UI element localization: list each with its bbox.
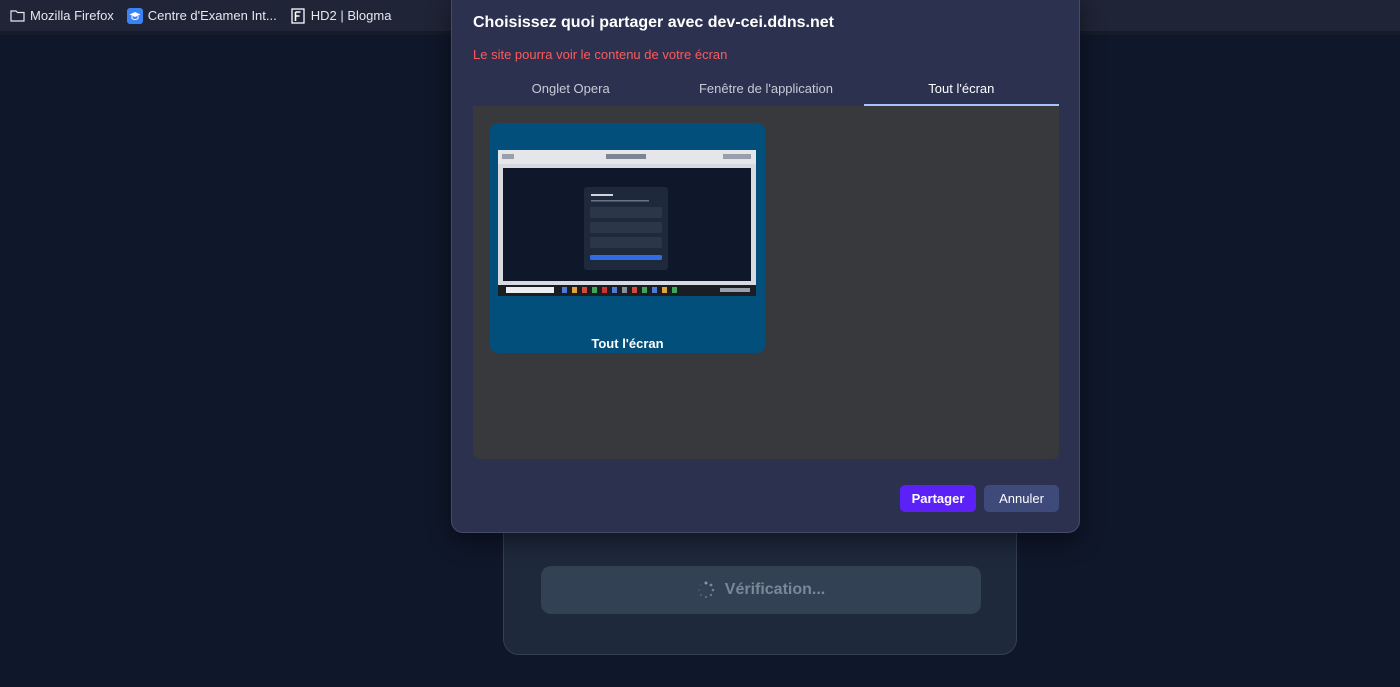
- tab-application-window[interactable]: Fenêtre de l'application: [668, 74, 863, 106]
- screen-thumbnail: [498, 150, 756, 296]
- screen-option-label: Tout l'écran: [591, 336, 664, 351]
- bookmark-hd2-blogma[interactable]: HD2 | Blogma: [290, 7, 392, 24]
- tab-opera-tab[interactable]: Onglet Opera: [473, 74, 668, 106]
- tab-entire-screen[interactable]: Tout l'écran: [863, 74, 1059, 106]
- spinner-icon: [697, 581, 715, 599]
- verify-button[interactable]: Vérification...: [541, 566, 981, 614]
- screen-option[interactable]: Tout l'écran: [490, 123, 765, 353]
- graduation-cap-icon: [126, 7, 143, 24]
- bookmark-label: Centre d'Examen Int...: [147, 8, 277, 23]
- bookmark-mozilla-firefox[interactable]: Mozilla Firefox: [9, 8, 114, 24]
- share-button[interactable]: Partager: [900, 485, 976, 512]
- bookmark-label: Mozilla Firefox: [30, 8, 114, 23]
- letter-f-icon: [290, 7, 306, 24]
- dialog-title: Choisissez quoi partager avec dev-cei.dd…: [473, 14, 834, 31]
- folder-icon: [9, 8, 25, 24]
- verify-label: Vérification...: [724, 581, 826, 598]
- bookmark-label: HD2 | Blogma: [310, 8, 392, 23]
- share-source-tabs: Onglet Opera Fenêtre de l'application To…: [473, 74, 1059, 107]
- source-panel: Tout l'écran: [473, 106, 1059, 459]
- cancel-button[interactable]: Annuler: [984, 485, 1059, 512]
- share-screen-dialog: Choisissez quoi partager avec dev-cei.dd…: [451, 0, 1080, 533]
- bookmark-centre-examen[interactable]: Centre d'Examen Int...: [126, 7, 277, 24]
- dialog-subtitle: Le site pourra voir le contenu de votre …: [473, 47, 728, 62]
